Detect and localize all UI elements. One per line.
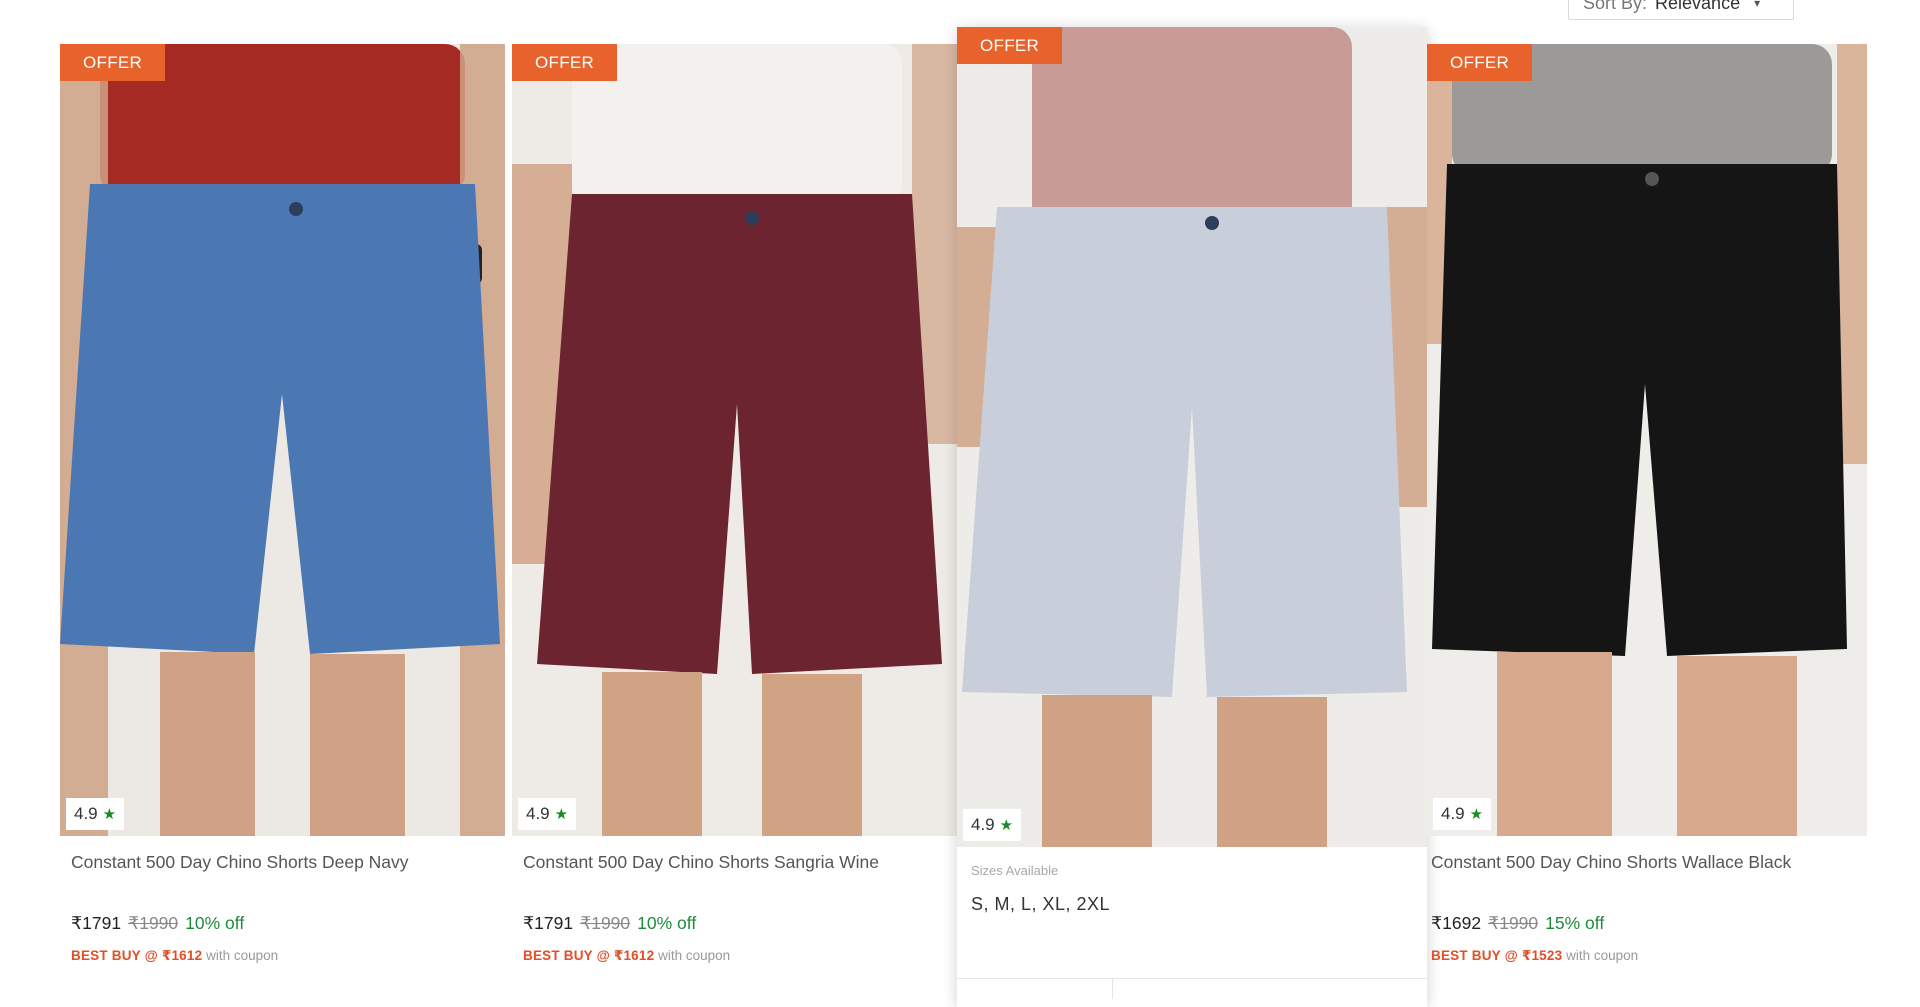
card-divider-vertical <box>1112 979 1113 999</box>
chevron-down-icon: ▾ <box>1754 0 1761 10</box>
best-buy-price: BEST BUY @ ₹1612 <box>523 948 655 963</box>
best-buy-line: BEST BUY @ ₹1612 with coupon <box>71 948 494 964</box>
offer-badge: OFFER <box>512 44 618 81</box>
sort-value: Relevance <box>1655 0 1741 13</box>
discount: 10% off <box>185 913 245 933</box>
coupon-text: with coupon <box>206 948 279 963</box>
coupon-text: with coupon <box>1566 948 1639 963</box>
product-title[interactable]: Constant 500 Day Chino Shorts Wallace Bl… <box>1431 852 1863 873</box>
price: ₹1692 <box>1431 913 1482 933</box>
star-icon: ★ <box>1469 806 1484 823</box>
product-image[interactable]: OFFER 4.9 ★ <box>512 44 957 836</box>
product-card[interactable]: OFFER 4.9 ★ Constant 500 Day Chino Short… <box>512 44 957 964</box>
offer-badge: OFFER <box>957 27 1063 64</box>
best-buy-price: BEST BUY @ ₹1523 <box>1431 948 1563 963</box>
product-card-hovered[interactable]: OFFER 4.9 ★ Sizes Available S, M, L, XL,… <box>957 27 1427 1007</box>
price: ₹1791 <box>523 913 574 933</box>
shorts-photo <box>1427 44 1867 836</box>
product-card[interactable]: OFFER 4.9 ★ Constant 500 Day Chino Short… <box>1427 44 1867 964</box>
best-buy-price: BEST BUY @ ₹1612 <box>71 948 203 963</box>
rating-badge: 4.9 ★ <box>963 809 1022 841</box>
product-image[interactable]: OFFER 4.9 ★ <box>957 27 1427 847</box>
rating-value: 4.9 <box>526 804 550 823</box>
shorts-photo <box>957 27 1427 847</box>
shorts-photo <box>512 44 957 836</box>
best-buy-line: BEST BUY @ ₹1523 with coupon <box>1431 948 1863 964</box>
offer-badge: OFFER <box>60 44 166 81</box>
discount: 15% off <box>1545 913 1605 933</box>
price: ₹1791 <box>71 913 122 933</box>
star-icon: ★ <box>554 806 569 823</box>
rating-value: 4.9 <box>74 804 98 823</box>
sizes-list[interactable]: S, M, L, XL, 2XL <box>971 894 1413 915</box>
sort-label: Sort By: <box>1583 0 1648 13</box>
discount: 10% off <box>637 913 697 933</box>
rating-value: 4.9 <box>971 815 995 834</box>
offer-badge: OFFER <box>1427 44 1533 81</box>
sort-dropdown[interactable]: Sort By: Relevance ▾ <box>1568 0 1794 20</box>
mrp: ₹1990 <box>580 913 631 933</box>
mrp: ₹1990 <box>1488 913 1539 933</box>
product-image[interactable]: OFFER 4.9 ★ <box>1427 44 1867 836</box>
star-icon: ★ <box>999 817 1014 834</box>
rating-badge: 4.9 ★ <box>1433 798 1492 830</box>
mrp: ₹1990 <box>128 913 179 933</box>
product-title[interactable]: Constant 500 Day Chino Shorts Sangria Wi… <box>523 852 946 873</box>
coupon-text: with coupon <box>658 948 731 963</box>
rating-badge: 4.9 ★ <box>518 798 577 830</box>
rating-badge: 4.9 ★ <box>66 798 125 830</box>
card-divider <box>957 978 1427 979</box>
sizes-available-label: Sizes Available <box>971 863 1059 878</box>
shorts-photo <box>60 44 505 836</box>
best-buy-line: BEST BUY @ ₹1612 with coupon <box>523 948 946 964</box>
star-icon: ★ <box>102 806 117 823</box>
product-card[interactable]: OFFER 4.9 ★ Constant 500 Day Chino Short… <box>60 44 505 964</box>
product-title[interactable]: Constant 500 Day Chino Shorts Deep Navy <box>71 852 494 873</box>
rating-value: 4.9 <box>1441 804 1465 823</box>
product-image[interactable]: OFFER 4.9 ★ <box>60 44 505 836</box>
